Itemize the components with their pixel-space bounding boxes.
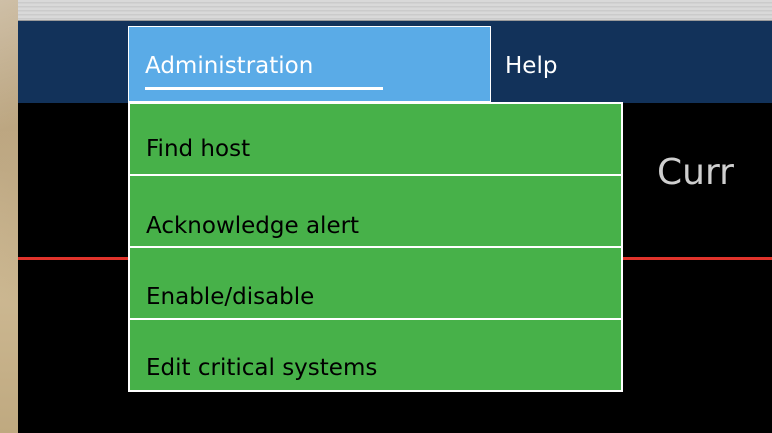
menu-item-label: Edit critical systems — [146, 355, 378, 381]
menu-item-label: Acknowledge alert — [146, 213, 360, 239]
menu-item-enable-disable[interactable]: Enable/disable — [130, 248, 621, 318]
page-heading: Curr — [657, 152, 734, 193]
menu-administration-underline — [145, 87, 383, 90]
menu-help[interactable]: Help — [505, 51, 557, 81]
separator-line — [18, 257, 130, 260]
menu-administration-label: Administration — [145, 53, 314, 79]
menu-item-acknowledge-alert[interactable]: Acknowledge alert — [130, 176, 621, 246]
administration-dropdown: Find host Acknowledge alert Enable/disab… — [128, 102, 623, 392]
separator-line — [622, 257, 772, 260]
desktop-backdrop — [0, 0, 18, 433]
window-top-border — [18, 0, 772, 21]
menu-item-label: Enable/disable — [146, 284, 315, 310]
menu-item-edit-critical-systems[interactable]: Edit critical systems — [130, 320, 621, 390]
menu-item-find-host[interactable]: Find host — [130, 104, 621, 174]
menu-item-label: Find host — [146, 136, 251, 162]
menu-administration[interactable]: Administration — [128, 26, 491, 102]
